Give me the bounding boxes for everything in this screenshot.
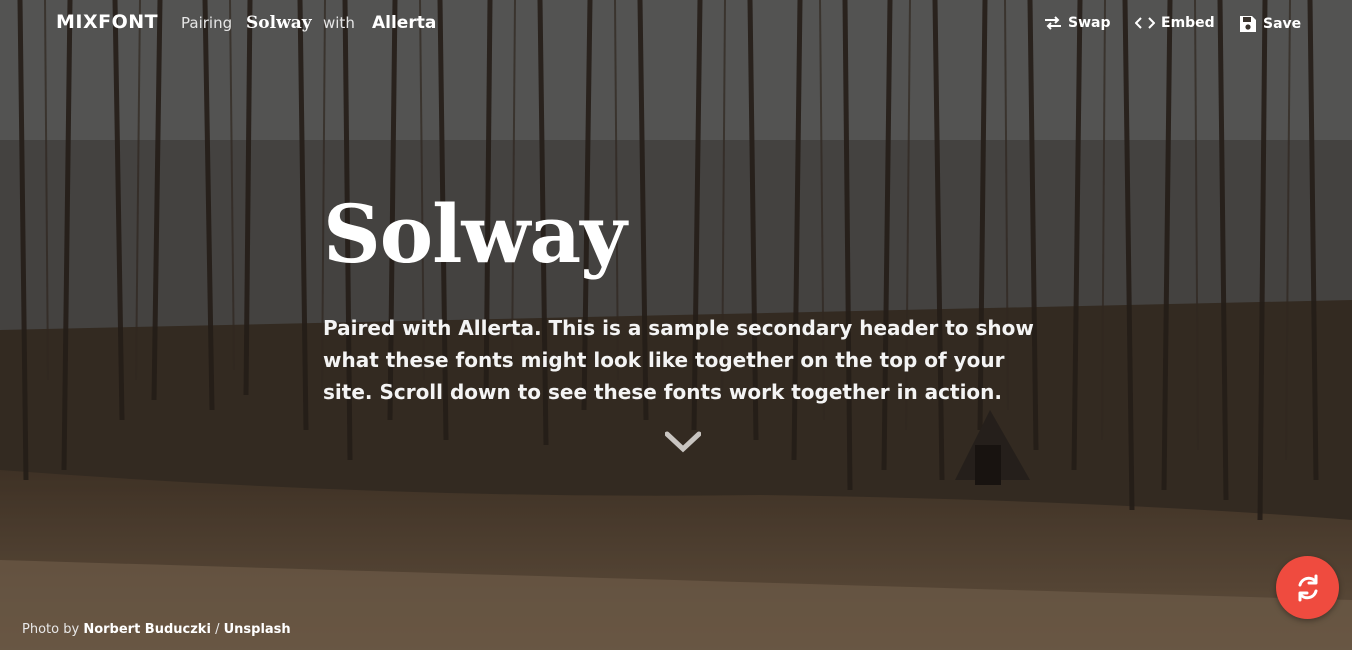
secondary-font-name[interactable]: Allerta [372, 13, 436, 33]
credit-source-link[interactable]: Unsplash [224, 622, 291, 637]
mixfont-logo[interactable]: MIXFONT [56, 11, 158, 33]
photo-credit: Photo by Norbert Buduczki / Unsplash [22, 622, 291, 637]
credit-author-link[interactable]: Norbert Buduczki [83, 622, 211, 637]
with-label: with [323, 14, 355, 32]
primary-font-name[interactable]: Solway [246, 13, 312, 33]
code-icon [1135, 17, 1155, 29]
swap-button[interactable]: Swap [1044, 15, 1111, 31]
chevron-down-icon [664, 431, 702, 453]
swap-arrows-icon [1045, 16, 1061, 30]
embed-label: Embed [1161, 15, 1215, 31]
credit-separator: / [215, 622, 220, 637]
hero-subtitle: Paired with Allerta. This is a sample se… [323, 316, 1034, 404]
scroll-down-button[interactable] [664, 430, 702, 458]
swap-label: Swap [1068, 15, 1111, 31]
top-navigation-bar: MIXFONT Pairing Solway with Allerta Swap… [0, 0, 1352, 48]
hero-title: Solway [323, 187, 627, 281]
refresh-pairing-button[interactable] [1276, 556, 1339, 619]
save-label: Save [1263, 16, 1302, 32]
credit-prefix: Photo by [22, 622, 80, 637]
save-button[interactable]: Save [1239, 15, 1301, 33]
embed-button[interactable]: Embed [1135, 15, 1215, 31]
pairing-label: Pairing [181, 14, 233, 32]
floppy-disk-icon [1240, 16, 1256, 32]
refresh-icon [1298, 574, 1317, 601]
